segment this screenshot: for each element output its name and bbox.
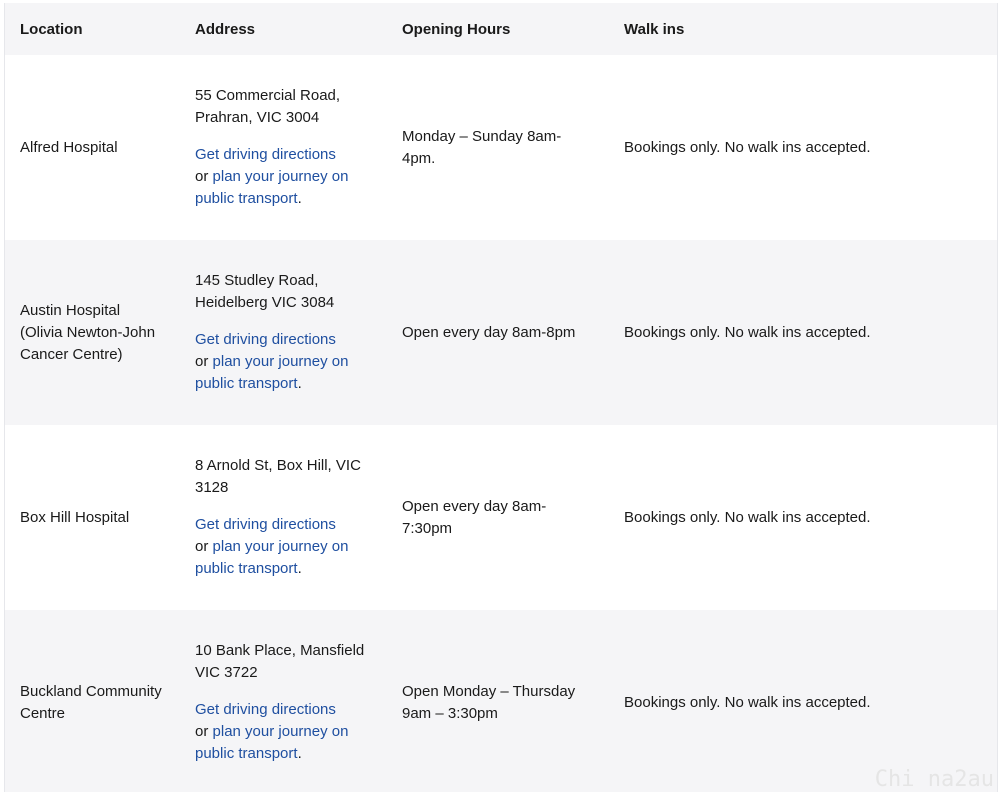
period-text: . xyxy=(297,375,302,392)
cell-location: Austin Hospital (Olivia Newton-John Canc… xyxy=(20,301,156,363)
table-header: Location Address Opening Hours Walk ins xyxy=(5,3,997,55)
cell-location: Box Hill Hospital xyxy=(20,508,130,526)
header-address: Address xyxy=(195,20,256,38)
driving-directions-link[interactable]: Get driving directions xyxy=(195,701,336,718)
cell-walk-ins: Bookings only. No walk ins accepted. xyxy=(624,323,871,341)
cell-address: 145 Studley Road, Heidelberg VIC 3084 Ge… xyxy=(180,240,387,425)
cell-location: Alfred Hospital xyxy=(20,138,118,156)
cell-walk-ins: Bookings only. No walk ins accepted. xyxy=(624,693,871,711)
header-opening-hours: Opening Hours xyxy=(402,20,511,38)
or-text: or xyxy=(195,723,213,740)
cell-opening-hours: Monday – Sunday 8am-4pm. xyxy=(402,127,562,167)
period-text: . xyxy=(297,745,302,762)
cell-address: 8 Arnold St, Box Hill, VIC 3128 Get driv… xyxy=(180,425,387,610)
cell-walk-ins: Bookings only. No walk ins accepted. xyxy=(624,138,871,156)
cell-address: 10 Bank Place, Mansfield VIC 3722 Get dr… xyxy=(180,610,387,792)
address-text: 145 Studley Road, Heidelberg VIC 3084 xyxy=(195,272,335,311)
public-transport-link[interactable]: plan your journey on public transport xyxy=(195,538,348,577)
header-location: Location xyxy=(20,20,83,38)
period-text: . xyxy=(297,560,302,577)
address-text: 10 Bank Place, Mansfield VIC 3722 xyxy=(195,642,365,681)
driving-directions-link[interactable]: Get driving directions xyxy=(195,146,336,163)
header-row: Location Address Opening Hours Walk ins xyxy=(5,3,997,55)
public-transport-link[interactable]: plan your journey on public transport xyxy=(195,168,348,207)
cell-opening-hours: Open Monday – Thursday 9am – 3:30pm xyxy=(402,682,576,722)
table-body: Alfred Hospital 55 Commercial Road, Prah… xyxy=(5,55,997,792)
public-transport-link[interactable]: plan your journey on public transport xyxy=(195,723,348,762)
directions-text: Get driving directions or plan your journ… xyxy=(195,514,369,580)
table-row: Box Hill Hospital 8 Arnold St, Box Hill,… xyxy=(5,425,997,610)
directions-text: Get driving directions or plan your journ… xyxy=(195,144,369,210)
table-row: Alfred Hospital 55 Commercial Road, Prah… xyxy=(5,55,997,240)
address-text: 8 Arnold St, Box Hill, VIC 3128 xyxy=(195,457,361,496)
directions-text: Get driving directions or plan your journ… xyxy=(195,699,369,765)
cell-opening-hours: Open every day 8am-8pm xyxy=(402,323,576,341)
table-row: Austin Hospital (Olivia Newton-John Canc… xyxy=(5,240,997,425)
or-text: or xyxy=(195,538,213,555)
public-transport-link[interactable]: plan your journey on public transport xyxy=(195,353,348,392)
vaccination-locations-table: Location Address Opening Hours Walk ins … xyxy=(5,3,997,792)
table-row: Buckland Community Centre 10 Bank Place,… xyxy=(5,610,997,792)
header-walk-ins: Walk ins xyxy=(624,20,685,38)
cell-address: 55 Commercial Road, Prahran, VIC 3004 Ge… xyxy=(180,55,387,240)
address-text: 55 Commercial Road, Prahran, VIC 3004 xyxy=(195,87,341,126)
cell-walk-ins: Bookings only. No walk ins accepted. xyxy=(624,508,871,526)
driving-directions-link[interactable]: Get driving directions xyxy=(195,331,336,348)
period-text: . xyxy=(297,190,302,207)
or-text: or xyxy=(195,353,213,370)
cell-opening-hours: Open every day 8am-7:30pm xyxy=(402,497,547,537)
cell-location: Buckland Community Centre xyxy=(20,682,162,722)
watermark: Chi na2au xyxy=(874,767,994,792)
or-text: or xyxy=(195,168,213,185)
directions-text: Get driving directions or plan your journ… xyxy=(195,329,369,395)
driving-directions-link[interactable]: Get driving directions xyxy=(195,516,336,533)
vaccination-locations-table-container: Location Address Opening Hours Walk ins … xyxy=(4,3,998,792)
